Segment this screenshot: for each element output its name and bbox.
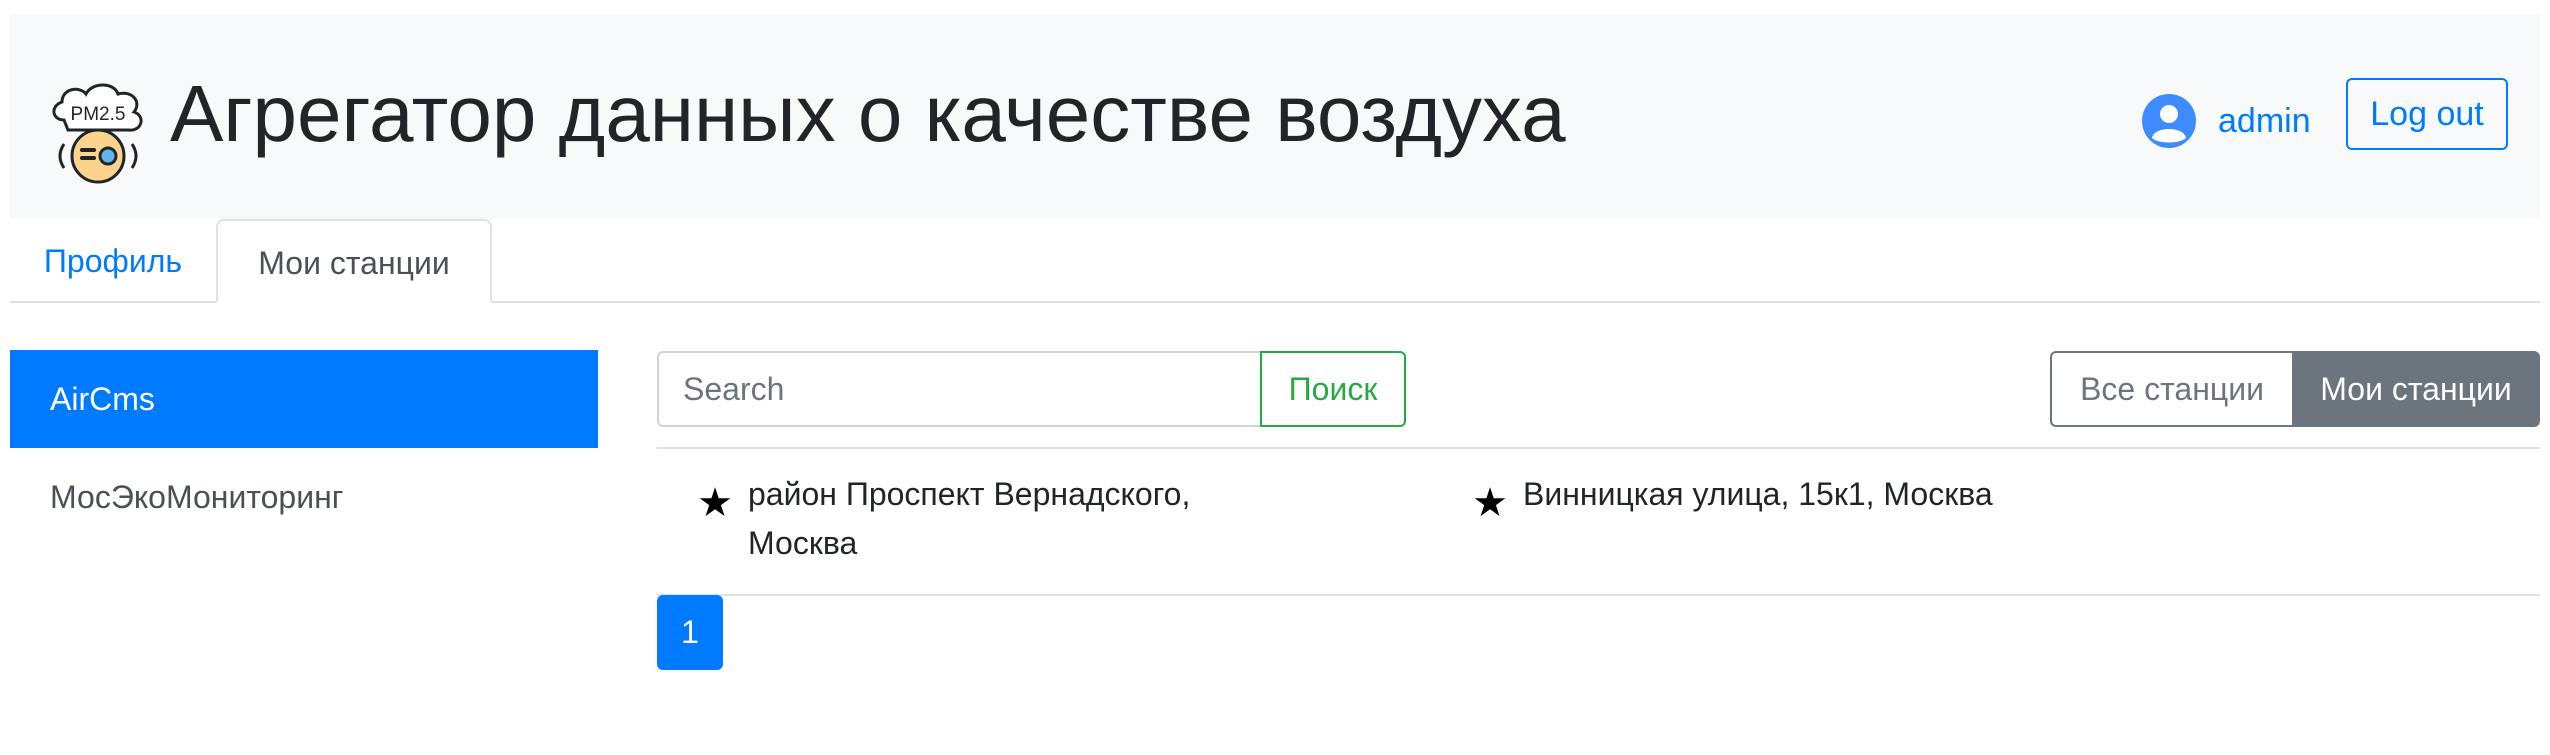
star-icon[interactable]: ★ bbox=[1457, 480, 1523, 526]
tab-profile[interactable]: Профиль bbox=[10, 219, 216, 303]
tab-my-stations[interactable]: Мои станции bbox=[216, 219, 492, 303]
app-header: PM2.5 Агрегатор данных о качестве воздух… bbox=[10, 14, 2540, 219]
pagination-page-button[interactable]: 1 bbox=[657, 595, 723, 670]
user-circle-icon[interactable] bbox=[2140, 92, 2198, 150]
pm25-logo-icon: PM2.5 bbox=[52, 83, 143, 184]
star-icon[interactable]: ★ bbox=[682, 480, 748, 568]
sidebar: AirCms МосЭкоМониторинг bbox=[10, 350, 598, 546]
sidebar-item-aircms[interactable]: AirCms bbox=[10, 350, 598, 448]
user-profile-link[interactable]: admin bbox=[2218, 102, 2311, 141]
search-input[interactable] bbox=[657, 351, 1260, 427]
list-divider-bottom bbox=[657, 594, 2540, 596]
list-item[interactable]: ★ район Проспект Вернадского, Москва bbox=[682, 470, 1248, 568]
page-title: Агрегатор данных о качестве воздуха bbox=[170, 69, 1566, 158]
tab-bar: Профиль Мои станции bbox=[10, 219, 2540, 303]
logout-button[interactable]: Log out bbox=[2346, 78, 2508, 150]
list-divider-top bbox=[657, 447, 2540, 449]
logo-text: PM2.5 bbox=[71, 104, 126, 125]
all-stations-button[interactable]: Все станции bbox=[2050, 351, 2292, 427]
list-item[interactable]: ★ Винницкая улица, 15к1, Москва bbox=[1457, 470, 2223, 526]
my-stations-button[interactable]: Мои станции bbox=[2292, 351, 2540, 427]
search-button[interactable]: Поиск bbox=[1260, 351, 1406, 427]
station-address: район Проспект Вернадского, Москва bbox=[748, 476, 1191, 561]
station-address: Винницкая улица, 15к1, Москва bbox=[1523, 476, 1993, 512]
sidebar-item-mosecomonitoring[interactable]: МосЭкоМониторинг bbox=[10, 448, 598, 546]
